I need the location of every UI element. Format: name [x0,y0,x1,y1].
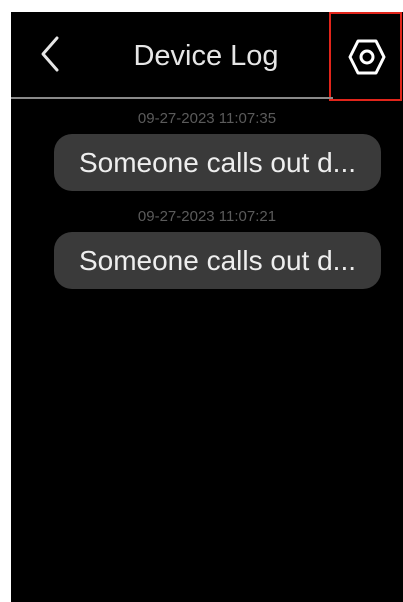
log-list: 09-27-2023 11:07:35 Someone calls out d.… [11,108,403,304]
chevron-left-icon [41,36,59,72]
log-message[interactable]: Someone calls out d... [54,232,381,289]
log-entry: 09-27-2023 11:07:35 Someone calls out d.… [11,108,403,206]
log-entry: 09-27-2023 11:07:21 Someone calls out d.… [11,206,403,304]
top-bar: Device Log [11,12,403,101]
back-button[interactable] [33,32,73,76]
settings-button[interactable] [329,12,402,101]
device-log-screen: Device Log 09-27-2023 11:07:35 Someone c… [11,12,403,602]
hexagon-settings-icon [348,39,386,75]
log-timestamp: 09-27-2023 11:07:35 [137,110,277,127]
log-timestamp: 09-27-2023 11:07:21 [137,208,277,225]
log-message[interactable]: Someone calls out d... [54,134,381,191]
page-title: Device Log [133,40,279,72]
header-divider [11,97,333,99]
